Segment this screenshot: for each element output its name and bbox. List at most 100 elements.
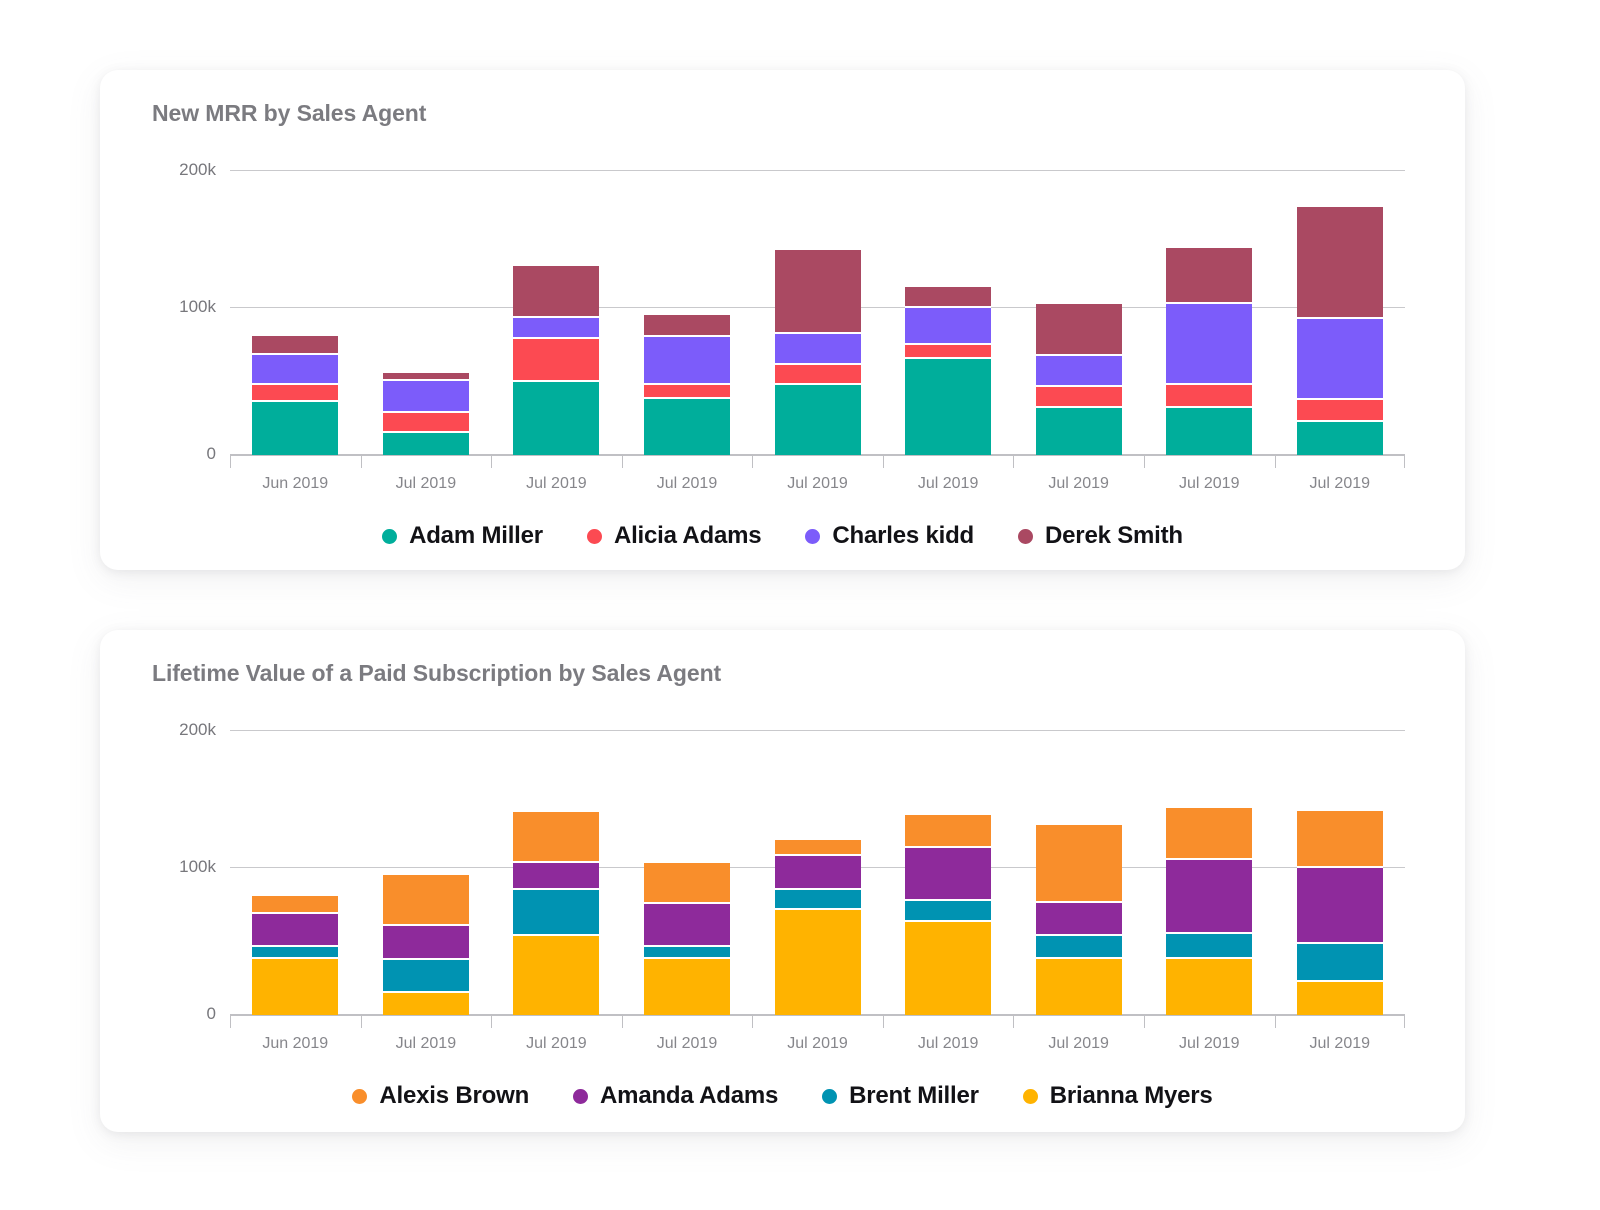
- bar-stack[interactable]: [905, 815, 992, 1015]
- bar-segment[interactable]: [1296, 982, 1383, 1015]
- bar-segment[interactable]: [1166, 860, 1253, 935]
- bar-segment[interactable]: [1296, 400, 1383, 423]
- bar-slot[interactable]: [1275, 170, 1406, 455]
- bar-segment[interactable]: [643, 337, 730, 386]
- bar-slot[interactable]: [622, 170, 753, 455]
- bar-segment[interactable]: [252, 335, 339, 356]
- bar-stack[interactable]: [643, 315, 730, 455]
- bar-segment[interactable]: [1035, 356, 1122, 387]
- bar-segment[interactable]: [905, 359, 992, 455]
- bar-segment[interactable]: [643, 946, 730, 959]
- bar-stack[interactable]: [513, 265, 600, 455]
- bar-segment[interactable]: [382, 925, 469, 961]
- bar-segment[interactable]: [905, 921, 992, 1015]
- bar-stack[interactable]: [252, 335, 339, 455]
- bar-stack[interactable]: [382, 372, 469, 455]
- bar-segment[interactable]: [382, 875, 469, 926]
- bar-segment[interactable]: [1296, 319, 1383, 401]
- bar-segment[interactable]: [643, 315, 730, 338]
- bar-segment[interactable]: [774, 385, 861, 455]
- bar-slot[interactable]: [361, 730, 492, 1015]
- bar-slot[interactable]: [1013, 730, 1144, 1015]
- bar-segment[interactable]: [252, 895, 339, 914]
- bar-slot[interactable]: [361, 170, 492, 455]
- bar-stack[interactable]: [1166, 248, 1253, 455]
- bar-slot[interactable]: [883, 730, 1014, 1015]
- bar-segment[interactable]: [905, 308, 992, 346]
- bar-segment[interactable]: [1035, 824, 1122, 903]
- bar-segment[interactable]: [643, 385, 730, 399]
- bar-segment[interactable]: [1296, 868, 1383, 944]
- bar-segment[interactable]: [1166, 934, 1253, 959]
- bar-segment[interactable]: [1166, 304, 1253, 386]
- bar-segment[interactable]: [513, 862, 600, 891]
- bar-segment[interactable]: [774, 249, 861, 335]
- bar-slot[interactable]: [1013, 170, 1144, 455]
- bar-stack[interactable]: [513, 812, 600, 1015]
- bar-segment[interactable]: [774, 856, 861, 891]
- bar-segment[interactable]: [1035, 386, 1122, 409]
- bar-segment[interactable]: [513, 935, 600, 1015]
- bar-segment[interactable]: [1296, 943, 1383, 983]
- bar-stack[interactable]: [1035, 824, 1122, 1015]
- bar-segment[interactable]: [643, 862, 730, 905]
- bar-slot[interactable]: [883, 170, 1014, 455]
- bar-stack[interactable]: [774, 249, 861, 455]
- legend-item[interactable]: Alexis Brown: [352, 1082, 529, 1110]
- bar-stack[interactable]: [382, 875, 469, 1015]
- bar-slot[interactable]: [1144, 730, 1275, 1015]
- bar-slot[interactable]: [622, 730, 753, 1015]
- bar-segment[interactable]: [774, 839, 861, 857]
- bar-segment[interactable]: [1166, 248, 1253, 305]
- bar-slot[interactable]: [752, 730, 883, 1015]
- bar-segment[interactable]: [252, 958, 339, 1015]
- bar-stack[interactable]: [1035, 304, 1122, 455]
- bar-segment[interactable]: [382, 412, 469, 434]
- bar-stack[interactable]: [774, 839, 861, 1015]
- bar-segment[interactable]: [905, 815, 992, 848]
- bar-segment[interactable]: [905, 286, 992, 309]
- bar-segment[interactable]: [513, 318, 600, 339]
- bar-segment[interactable]: [1296, 810, 1383, 869]
- bar-slot[interactable]: [491, 170, 622, 455]
- legend-item[interactable]: Brent Miller: [822, 1082, 979, 1110]
- legend-item[interactable]: Adam Miller: [382, 522, 543, 550]
- bar-segment[interactable]: [905, 901, 992, 922]
- bar-segment[interactable]: [1035, 408, 1122, 455]
- bar-segment[interactable]: [252, 946, 339, 959]
- bar-slot[interactable]: [1144, 170, 1275, 455]
- bar-segment[interactable]: [643, 958, 730, 1015]
- bar-segment[interactable]: [513, 812, 600, 863]
- bar-stack[interactable]: [252, 895, 339, 1015]
- bar-stack[interactable]: [1296, 207, 1383, 455]
- bar-segment[interactable]: [382, 960, 469, 994]
- bar-slot[interactable]: [491, 730, 622, 1015]
- bar-segment[interactable]: [643, 398, 730, 455]
- legend-item[interactable]: Alicia Adams: [586, 522, 762, 550]
- bar-segment[interactable]: [513, 890, 600, 936]
- bar-stack[interactable]: [1296, 810, 1383, 1015]
- bar-segment[interactable]: [1296, 422, 1383, 455]
- bar-segment[interactable]: [905, 847, 992, 902]
- bar-segment[interactable]: [513, 265, 600, 319]
- bar-segment[interactable]: [252, 385, 339, 402]
- bar-segment[interactable]: [252, 355, 339, 386]
- bar-segment[interactable]: [1166, 385, 1253, 409]
- bar-segment[interactable]: [252, 913, 339, 947]
- bar-segment[interactable]: [513, 338, 600, 383]
- bar-segment[interactable]: [774, 890, 861, 910]
- bar-segment[interactable]: [1035, 902, 1122, 936]
- legend-item[interactable]: Brianna Myers: [1022, 1082, 1213, 1110]
- legend-item[interactable]: Derek Smith: [1018, 522, 1183, 550]
- bar-segment[interactable]: [252, 401, 339, 455]
- bar-segment[interactable]: [1296, 207, 1383, 320]
- bar-segment[interactable]: [382, 993, 469, 1015]
- bar-stack[interactable]: [1166, 808, 1253, 1015]
- bar-segment[interactable]: [774, 334, 861, 365]
- bar-segment[interactable]: [1035, 304, 1122, 357]
- bar-segment[interactable]: [774, 364, 861, 386]
- bar-segment[interactable]: [382, 381, 469, 413]
- bar-segment[interactable]: [905, 345, 992, 360]
- bar-segment[interactable]: [382, 372, 469, 382]
- bar-segment[interactable]: [382, 433, 469, 455]
